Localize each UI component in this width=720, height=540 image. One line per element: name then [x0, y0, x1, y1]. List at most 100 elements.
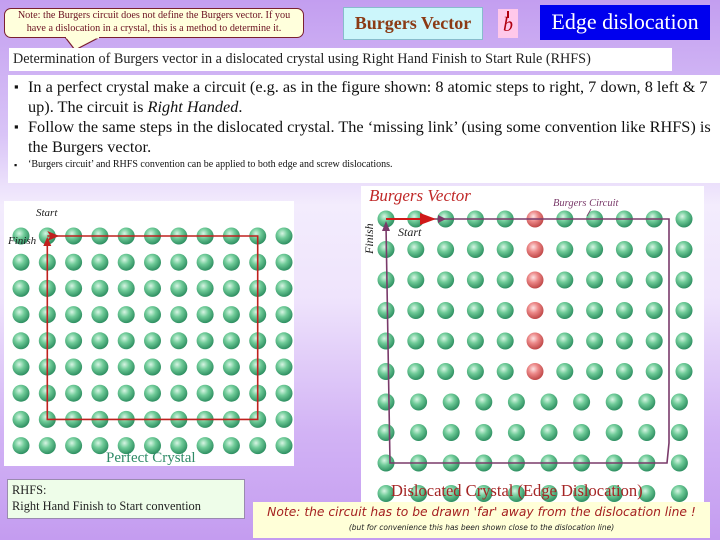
atom: [91, 306, 109, 324]
dislocated-crystal-figure: Burgers Vector Burgers Circuit Start Fin…: [361, 186, 704, 503]
atom: [275, 306, 293, 324]
atom: [65, 332, 83, 350]
atom: [466, 302, 484, 319]
atom: [645, 271, 663, 289]
atom: [144, 332, 161, 350]
atom: [117, 306, 135, 324]
atom: [615, 363, 633, 380]
atom: [38, 437, 56, 455]
note-callout: Note: the Burgers circuit does not defin…: [4, 8, 304, 38]
atom: [196, 332, 214, 350]
callout-text: Note: the Burgers circuit does not defin…: [17, 10, 291, 34]
atom: [645, 241, 663, 258]
atom: [615, 241, 633, 258]
atom: [12, 279, 30, 297]
atom: [496, 363, 514, 380]
atom: [573, 424, 591, 441]
atom: [645, 302, 663, 319]
atom: [275, 332, 293, 350]
atom: [556, 271, 574, 289]
atom: [466, 241, 484, 258]
atom: [12, 437, 30, 455]
atom: [144, 384, 161, 402]
atom: [117, 279, 135, 297]
atom: [605, 393, 623, 411]
atom: [442, 393, 460, 411]
atom: [496, 241, 514, 258]
atom: [196, 253, 214, 271]
atom: [437, 271, 455, 289]
atom: [249, 437, 267, 455]
atom: [91, 332, 109, 350]
atom: [437, 332, 455, 350]
atom: [275, 253, 293, 271]
atom: [437, 241, 455, 258]
edge-dislocation-title: Edge dislocation: [540, 5, 710, 40]
atom: [222, 437, 240, 455]
atom: [645, 363, 663, 380]
atom: [377, 332, 395, 350]
bullet-list: In a perfect crystal make a circuit (e.g…: [8, 75, 720, 183]
atom: [117, 358, 135, 376]
atom: [507, 393, 525, 411]
atom: [670, 393, 688, 411]
atom: [586, 363, 604, 380]
extra-half-plane-atom: [526, 271, 544, 289]
atom: [410, 424, 428, 441]
atom: [196, 306, 214, 324]
note-main-text: Note: the circuit has to be drawn 'far' …: [267, 505, 696, 519]
atom: [91, 253, 109, 271]
atom: [12, 306, 30, 324]
atom: [670, 424, 688, 441]
atom: [65, 437, 83, 455]
atom: [586, 271, 604, 289]
atom: [65, 253, 83, 271]
atom: [407, 241, 425, 258]
atom: [540, 424, 558, 441]
atom: [91, 279, 109, 297]
atom: [222, 306, 240, 324]
atom: [377, 302, 395, 319]
finish-label: Finish: [7, 235, 37, 247]
atom: [466, 363, 484, 380]
atom: [556, 241, 574, 258]
atom: [170, 279, 188, 297]
extra-half-plane-atom: [526, 302, 544, 319]
atom: [170, 253, 188, 271]
atom: [196, 279, 214, 297]
atom: [275, 437, 293, 455]
bullet-text-end: .: [238, 97, 243, 116]
atom: [675, 363, 693, 380]
atom: [275, 279, 293, 297]
atom: [91, 358, 109, 376]
atom: [556, 363, 574, 380]
atom: [12, 410, 30, 428]
atom: [65, 306, 83, 324]
atom: [65, 358, 83, 376]
atom: [144, 358, 161, 376]
atom: [12, 253, 30, 271]
bullet-item: Follow the same steps in the dislocated …: [14, 117, 720, 157]
atom: [496, 271, 514, 289]
atom: [475, 424, 493, 441]
bullet-text: In a perfect crystal make a circuit (e.g…: [28, 77, 708, 116]
rhfs-description: Right Hand Finish to Start convention: [12, 499, 201, 513]
atom: [12, 384, 30, 402]
note-sub-text: (but for convenience this has been shown…: [348, 523, 615, 532]
atom: [675, 271, 693, 289]
atom: [275, 410, 293, 428]
atom: [377, 271, 395, 289]
atom: [615, 271, 633, 289]
atom: [275, 358, 293, 376]
atom: [645, 332, 663, 350]
atom: [170, 384, 188, 402]
atom: [410, 393, 428, 411]
rhfs-definition-box: RHFS: Right Hand Finish to Start convent…: [7, 479, 245, 519]
atom: [407, 302, 425, 319]
atom: [475, 393, 493, 411]
finish-label: Finish: [362, 223, 376, 255]
atom: [196, 437, 214, 455]
atom: [507, 424, 525, 441]
atom: [196, 384, 214, 402]
atom: [407, 332, 425, 350]
